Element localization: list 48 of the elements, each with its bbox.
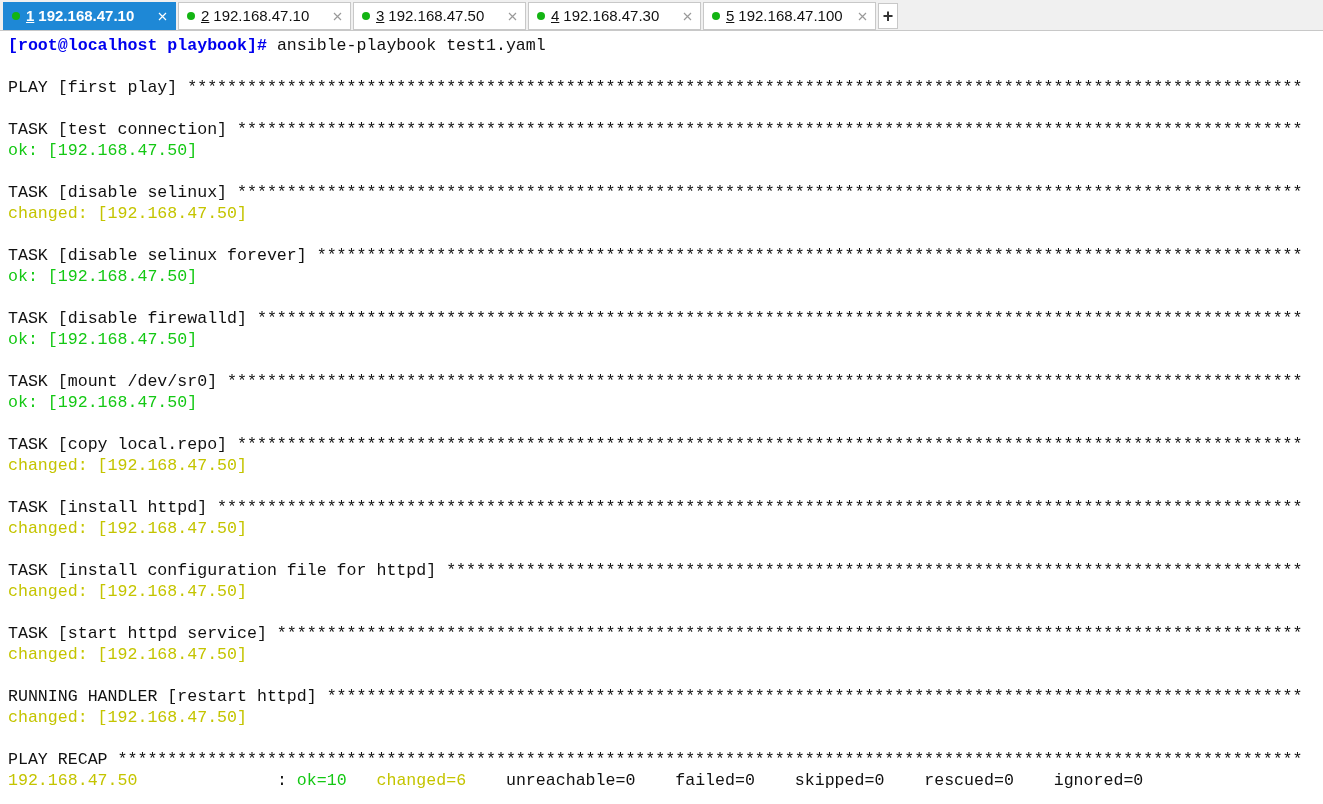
output-text: TASK [test connection] ***********************************************************************************************************	[8, 120, 1303, 139]
ok-status: ok=10	[296, 771, 347, 790]
output-text: :	[276, 771, 287, 790]
status-dot-icon	[12, 12, 20, 20]
changed-status: changed: [192.168.47.50]	[8, 645, 247, 664]
tab[interactable]: 1 192.168.47.10	[3, 2, 176, 30]
changed-status: changed=6	[376, 771, 467, 790]
output-text: TASK [install configuration file for httpd] **************************************************************************************	[8, 561, 1303, 580]
close-icon[interactable]	[333, 11, 342, 21]
ok-status: ok: [192.168.47.50]	[8, 330, 198, 349]
status-dot-icon	[362, 12, 370, 20]
changed-status: changed: [192.168.47.50]	[8, 708, 247, 727]
changed-status: changed: [192.168.47.50]	[8, 519, 247, 538]
close-icon[interactable]	[858, 11, 867, 21]
output-text: TASK [disable firewalld] *********************************************************************************************************	[8, 309, 1303, 328]
output-text: TASK [install httpd] *************************************************************************************************************	[8, 498, 1303, 517]
output-text: failed=0	[675, 771, 755, 790]
changed-status: changed: [192.168.47.50]	[8, 204, 247, 223]
changed-status: 192.168.47.50	[8, 771, 138, 790]
close-icon[interactable]	[683, 11, 692, 21]
ok-status: ok: [192.168.47.50]	[8, 267, 198, 286]
output-text: TASK [disable selinux forever] ***************************************************************************************************	[8, 246, 1303, 265]
ok-status: ok: [192.168.47.50]	[8, 393, 198, 412]
output-text: ignored=0	[1053, 771, 1144, 790]
tab[interactable]: 5 192.168.47.100	[703, 2, 876, 30]
output-text: ansible-playbook test1.yaml	[276, 36, 546, 55]
changed-status: changed: [192.168.47.50]	[8, 582, 247, 601]
output-text: TASK [copy local.repo] ***********************************************************************************************************	[8, 435, 1303, 454]
output-text: rescued=0	[924, 771, 1014, 790]
output-text: skipped=0	[794, 771, 885, 790]
output-text: PLAY [first play] ****************************************************************************************************************	[8, 78, 1303, 97]
tab[interactable]: 2 192.168.47.10	[178, 2, 351, 30]
tab[interactable]: 3 192.168.47.50	[353, 2, 526, 30]
output-text: PLAY RECAP ***********************************************************************************************************************	[8, 750, 1303, 769]
close-icon[interactable]	[508, 11, 517, 21]
output-text: TASK [start httpd service] *******************************************************************************************************	[8, 624, 1303, 643]
output-text: RUNNING HANDLER [restart httpd] **************************************************************************************************	[8, 687, 1303, 706]
status-dot-icon	[537, 12, 545, 20]
status-dot-icon	[712, 12, 720, 20]
ok-status: ok: [192.168.47.50]	[8, 141, 198, 160]
tab[interactable]: 4 192.168.47.30	[528, 2, 701, 30]
changed-status: changed: [192.168.47.50]	[8, 456, 247, 475]
shell-prompt: [root@localhost playbook]#	[8, 36, 267, 55]
output-text: TASK [mount /dev/sr0] ************************************************************************************************************	[8, 372, 1303, 391]
new-tab-button[interactable]: +	[878, 3, 898, 29]
status-dot-icon	[187, 12, 195, 20]
output-text: unreachable=0	[505, 771, 636, 790]
output-text: TASK [disable selinux] ***********************************************************************************************************	[8, 183, 1303, 202]
